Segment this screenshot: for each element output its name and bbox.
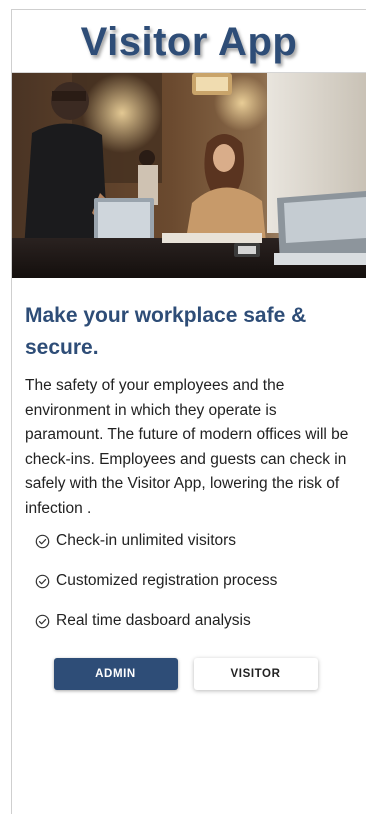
office-checkin-photo <box>12 73 366 278</box>
hero-image <box>12 73 366 278</box>
check-circle-icon <box>35 614 50 628</box>
visitor-button[interactable]: VISITOR <box>193 658 318 690</box>
feature-label: Real time dasboard analysis <box>56 612 251 629</box>
description: The safety of your employees and the env… <box>25 377 349 517</box>
headline: Make your workplace safe & secure. <box>25 304 307 359</box>
feature-item: Real time dasboard analysis <box>35 611 350 631</box>
action-buttons: ADMIN VISITOR <box>25 658 350 690</box>
app-container: Visitor App Make your workplace safe & s… <box>11 9 366 814</box>
check-circle-icon <box>35 574 50 588</box>
feature-item: Customized registration process <box>35 571 350 591</box>
feature-list: Check-in unlimited visitors Customized r… <box>25 531 350 631</box>
app-title: Visitor App <box>80 20 298 64</box>
feature-label: Check-in unlimited visitors <box>56 532 237 549</box>
feature-label: Customized registration process <box>56 572 278 589</box>
check-circle-icon <box>35 534 50 548</box>
main-content: Make your workplace safe & secure. The s… <box>12 300 366 690</box>
app-header: Visitor App <box>12 10 366 73</box>
feature-item: Check-in unlimited visitors <box>35 531 350 551</box>
admin-button[interactable]: ADMIN <box>53 658 178 690</box>
